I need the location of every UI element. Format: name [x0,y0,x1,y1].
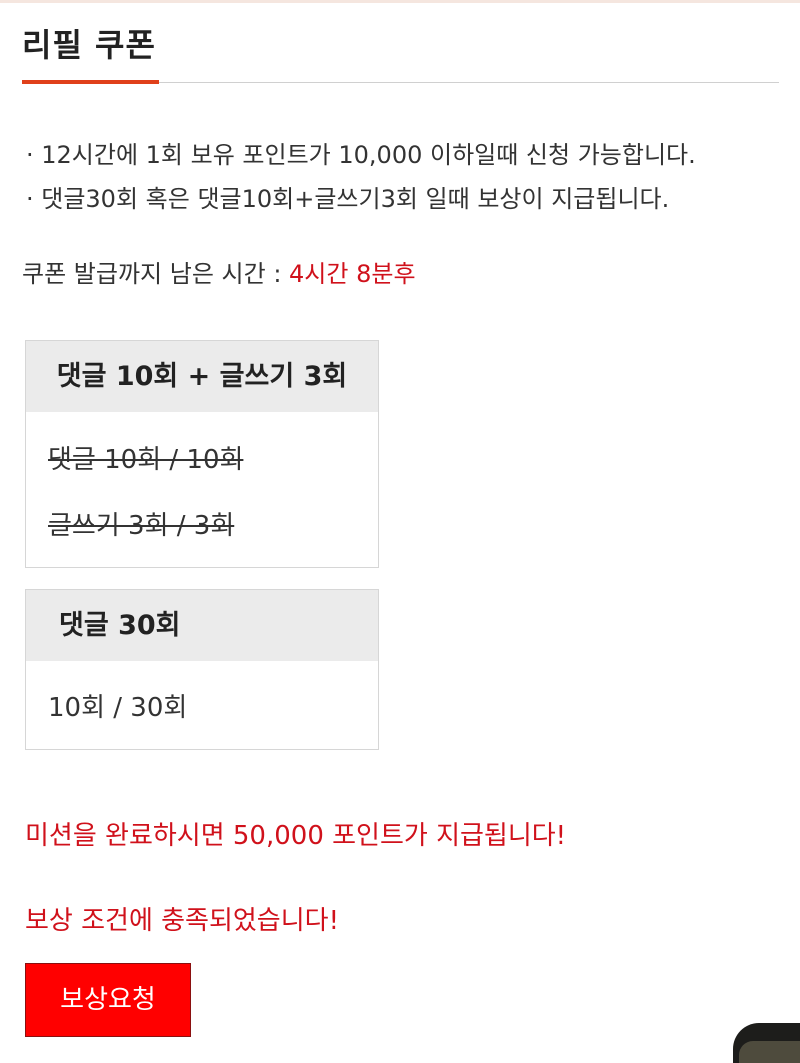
mission-progress-comments: 10회 / 30회 [48,693,188,723]
refill-coupon-page: 리필 쿠폰 · 12시간에 1회 보유 포인트가 10,000 이하일때 신청 … [0,0,800,1063]
countdown-value: 4시간 8분후 [289,260,416,288]
coupon-countdown: 쿠폰 발급까지 남은 시간 : 4시간 8분후 [22,254,416,289]
notice-item: · 댓글30회 혹은 댓글10회+글쓰기3회 일때 보상이 지급됩니다. [26,185,670,213]
floating-thumbnail[interactable] [733,1023,800,1063]
mission-card-title: 댓글 10회 + 글쓰기 3회 [26,341,378,412]
reward-info-message: 미션을 완료하시면 50,000 포인트가 지급됩니다! [25,821,567,851]
thumbnail-image [739,1041,800,1063]
mission-progress-comments: 댓글 10회 / 10회 [48,445,244,475]
title-accent-bar [22,80,159,84]
countdown-label: 쿠폰 발급까지 남은 시간 : [22,260,290,288]
mission-card-comment-post: 댓글 10회 + 글쓰기 3회 댓글 10회 / 10회 글쓰기 3회 / 3회 [25,340,379,568]
page-title: 리필 쿠폰 [22,26,156,64]
mission-progress-posts: 글쓰기 3회 / 3회 [48,511,235,541]
reward-request-button[interactable]: 보상요청 [25,963,191,1037]
notice-item: · 12시간에 1회 보유 포인트가 10,000 이하일때 신청 가능합니다. [26,141,696,169]
mission-card-comment-only: 댓글 30회 10회 / 30회 [25,589,379,750]
condition-met-message: 보상 조건에 충족되었습니다! [25,906,339,936]
notice-list: · 12시간에 1회 보유 포인트가 10,000 이하일때 신청 가능합니다.… [26,133,696,221]
top-divider [0,0,800,3]
mission-card-title: 댓글 30회 [26,590,378,661]
